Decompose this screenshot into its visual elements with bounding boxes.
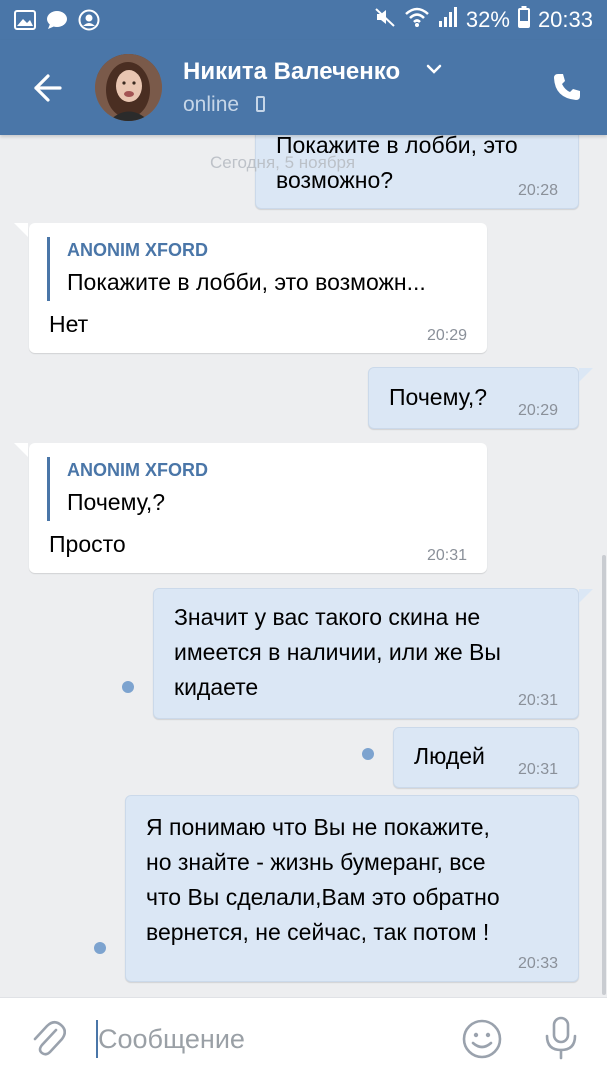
message-time: 20:31: [517, 692, 558, 709]
message-input[interactable]: [98, 1018, 438, 1060]
chevron-down-icon[interactable]: [425, 62, 443, 81]
quoted-reply[interactable]: ANONIM XFORD Покажите в лобби, это возмо…: [47, 237, 426, 301]
unread-indicator: [362, 748, 374, 760]
message-incoming[interactable]: ANONIM XFORD Почему,? Просто 20:31: [29, 443, 487, 573]
call-icon[interactable]: [552, 72, 582, 107]
quoted-reply[interactable]: ANONIM XFORD Почему,?: [47, 457, 208, 521]
phone-device-icon: [256, 96, 265, 112]
message-outgoing[interactable]: Я понимаю что Вы не покажите, но знайте …: [125, 795, 579, 982]
contact-name[interactable]: Никита Валеченко: [183, 58, 400, 86]
account-icon: [78, 9, 100, 36]
message-outgoing[interactable]: Почему,? 20:29: [368, 367, 579, 429]
chat-header: Никита Валеченко online: [0, 40, 607, 135]
composer: [0, 997, 607, 1081]
message-list[interactable]: Покажите в лобби, это возможно? 20:28 Се…: [0, 135, 607, 997]
bubble-tail: [14, 443, 28, 457]
bubble-tail: [579, 368, 593, 382]
gallery-icon: [14, 10, 36, 35]
mic-icon[interactable]: [543, 1016, 579, 1065]
message-time: 20:31: [426, 547, 467, 564]
back-arrow-icon[interactable]: [28, 70, 64, 106]
avatar[interactable]: [95, 54, 162, 121]
message-text: Нет: [49, 311, 89, 337]
online-status: online: [183, 93, 240, 116]
message-time: 20:31: [517, 761, 558, 778]
message-text: Людей: [414, 743, 485, 769]
scrollbar[interactable]: [602, 555, 606, 995]
signal-icon: [438, 6, 458, 34]
status-bar: 32% 20:33: [0, 0, 607, 40]
clock: 20:33: [537, 7, 593, 32]
unread-indicator: [122, 681, 134, 693]
message-text: Почему,?: [389, 384, 488, 410]
message-time: 20:33: [517, 955, 558, 972]
unread-indicator: [94, 942, 106, 954]
message-time: 20:29: [426, 327, 467, 344]
bubble-tail: [579, 589, 593, 603]
chat-icon: [46, 10, 68, 35]
message-outgoing[interactable]: Значит у вас такого скина не имеется в н…: [153, 588, 579, 719]
message-time: 20:28: [517, 182, 558, 199]
message-incoming[interactable]: ANONIM XFORD Покажите в лобби, это возмо…: [29, 223, 487, 353]
message-time: 20:29: [517, 402, 558, 419]
reply-text: Покажите в лобби, это возможн...: [67, 269, 426, 295]
bubble-tail: [14, 223, 28, 237]
date-divider: Сегодня, 5 ноября: [210, 153, 356, 172]
reply-text: Почему,?: [67, 489, 166, 515]
emoji-icon[interactable]: [461, 1018, 503, 1065]
attach-icon[interactable]: [30, 1018, 67, 1063]
reply-author: ANONIM XFORD: [67, 460, 208, 480]
message-text: Значит у вас такого скина не имеется в н…: [174, 604, 501, 700]
mute-icon: [374, 6, 396, 34]
reply-author: ANONIM XFORD: [67, 240, 208, 260]
message-text: Я понимаю что Вы не покажите, но знайте …: [146, 814, 500, 945]
message-outgoing[interactable]: Людей 20:31: [393, 727, 579, 788]
battery-percent: 32%: [465, 7, 510, 32]
message-text: Просто: [49, 531, 126, 557]
wifi-icon: [404, 6, 430, 34]
battery-icon: [517, 6, 530, 34]
